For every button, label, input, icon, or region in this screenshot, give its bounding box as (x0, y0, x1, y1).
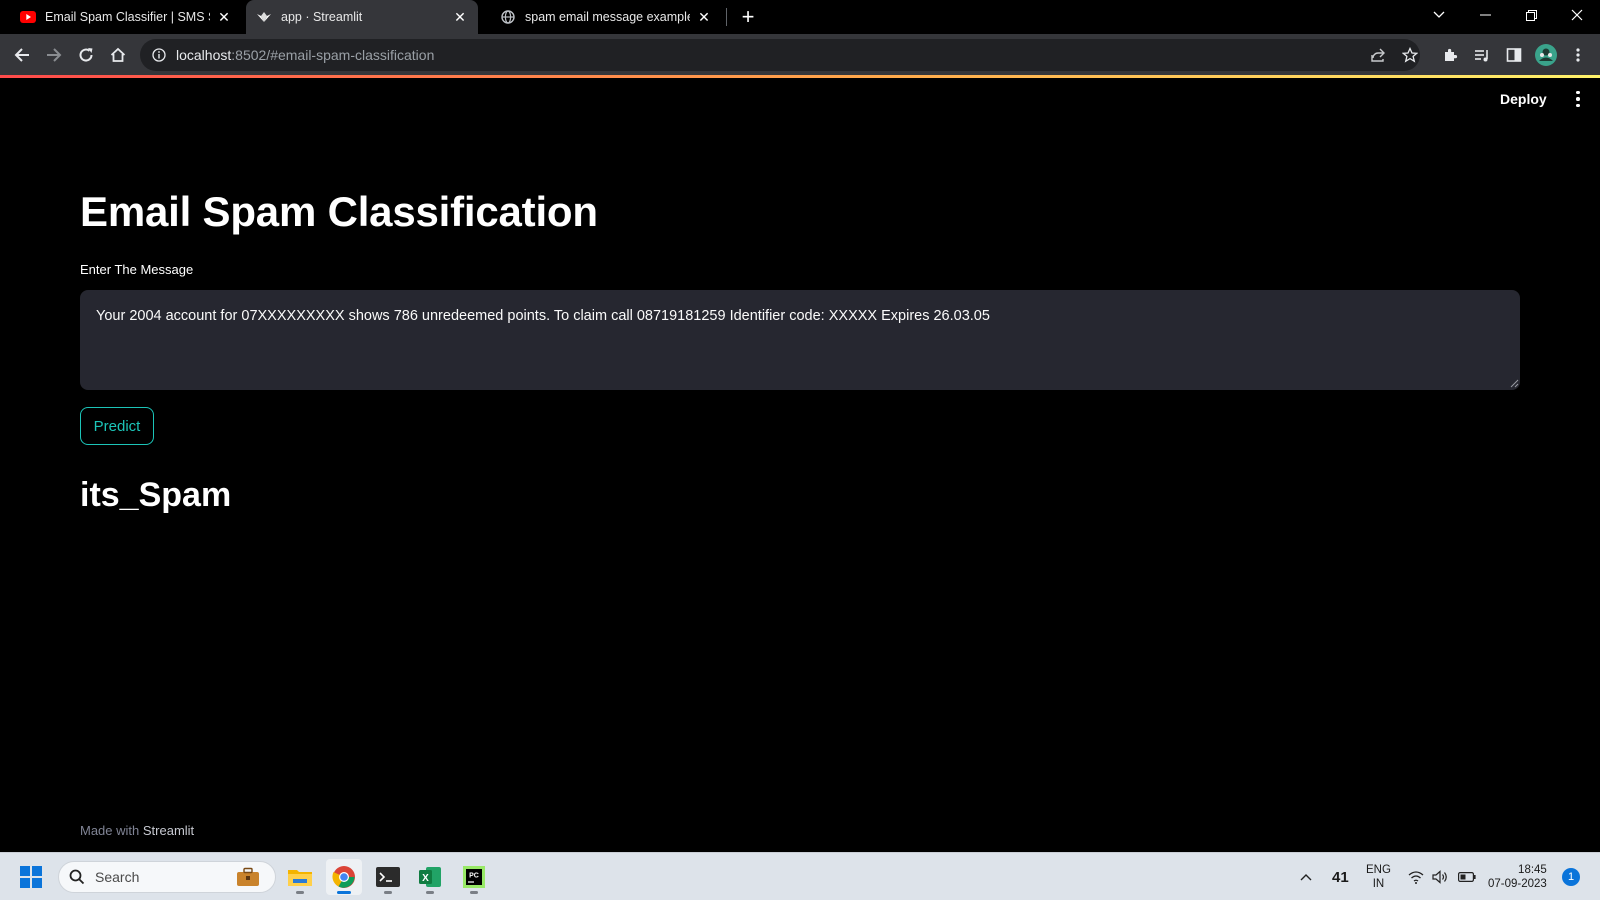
share-icon[interactable] (1364, 41, 1392, 69)
page-title: Email Spam Classification (80, 188, 598, 235)
main-menu-icon[interactable] (1571, 88, 1585, 110)
browser-tab-strip: Email Spam Classifier | SMS Spam ✕ app ·… (0, 0, 1600, 34)
volume-icon[interactable] (1432, 853, 1450, 900)
back-arrow-icon[interactable] (8, 41, 36, 69)
windows-start-icon[interactable] (20, 866, 42, 888)
forward-arrow-icon[interactable] (40, 41, 68, 69)
tab-separator (726, 8, 727, 26)
deploy-button[interactable]: Deploy (1500, 88, 1547, 110)
close-tab-icon[interactable]: ✕ (452, 9, 468, 25)
close-window-button[interactable] (1554, 0, 1600, 30)
windows-taskbar: Search X PC 41 ENG IN 18:45 07-09-2023 1 (0, 852, 1600, 900)
notification-center[interactable]: 1 (1562, 853, 1580, 900)
address-bar[interactable]: localhost:8502/#email-spam-classificatio… (140, 39, 1420, 71)
clock-time: 18:45 (1518, 864, 1547, 876)
footer: Made with Streamlit (80, 823, 194, 838)
browser-toolbar: localhost:8502/#email-spam-classificatio… (0, 34, 1600, 76)
message-textarea[interactable]: Your 2004 account for 07XXXXXXXXX shows … (80, 290, 1520, 390)
language-indicator[interactable]: ENG IN (1366, 853, 1391, 900)
url-path: :8502/#email-spam-classification (231, 47, 435, 63)
tab-title: app · Streamlit (281, 10, 363, 24)
extensions-puzzle-icon[interactable] (1436, 41, 1464, 69)
search-icon (69, 869, 85, 885)
battery-icon[interactable] (1458, 853, 1476, 900)
clock-date: 07-09-2023 (1488, 878, 1547, 890)
notification-badge: 1 (1562, 868, 1580, 886)
pycharm-icon[interactable]: PC (456, 859, 492, 895)
tab-title: Email Spam Classifier | SMS Spam (45, 10, 210, 24)
tab-title: spam email message example - G (525, 10, 690, 24)
message-input-label: Enter The Message (80, 262, 194, 277)
show-hidden-icons-chevron-icon[interactable] (1300, 853, 1312, 900)
prediction-result: its_Spam (80, 476, 232, 514)
tab-search-dropdown-icon[interactable] (1416, 0, 1462, 30)
excel-icon[interactable]: X (412, 859, 448, 895)
tab-streamlit-app[interactable]: app · Streamlit ✕ (246, 0, 478, 34)
streamlit-app: Deploy Email Spam Classification Enter T… (0, 78, 1600, 852)
globe-icon (500, 9, 516, 25)
close-tab-icon[interactable]: ✕ (696, 9, 712, 25)
reading-list-icon[interactable] (1468, 41, 1496, 69)
home-icon[interactable] (104, 41, 132, 69)
resize-grip-icon[interactable] (1510, 379, 1519, 388)
close-tab-icon[interactable]: ✕ (216, 9, 232, 25)
taskbar-search[interactable]: Search (58, 861, 276, 893)
lang-bottom: IN (1372, 878, 1385, 890)
url-host: localhost (176, 47, 232, 63)
reload-icon[interactable] (72, 41, 100, 69)
minimize-button[interactable] (1462, 0, 1508, 30)
streamlit-link[interactable]: Streamlit (143, 823, 194, 838)
terminal-icon[interactable] (370, 859, 406, 895)
wifi-icon[interactable] (1408, 853, 1424, 900)
lang-top: ENG (1366, 864, 1391, 876)
tab-google-search[interactable]: spam email message example - G ✕ (490, 0, 722, 34)
restore-button[interactable] (1508, 0, 1554, 30)
predict-button[interactable]: Predict (80, 407, 154, 445)
svg-text:PC: PC (469, 873, 479, 880)
new-tab-button[interactable]: + (736, 4, 760, 29)
profile-avatar[interactable] (1532, 41, 1560, 69)
youtube-icon (20, 9, 36, 25)
briefcase-icon (237, 867, 259, 886)
svg-text:X: X (422, 873, 429, 884)
bookmark-star-icon[interactable] (1396, 41, 1424, 69)
site-info-icon[interactable] (152, 48, 166, 62)
weather-widget[interactable]: 41 (1332, 853, 1349, 900)
chrome-menu-icon[interactable] (1564, 41, 1592, 69)
chrome-icon[interactable] (326, 859, 362, 895)
footer-prefix: Made with (80, 823, 140, 838)
file-explorer-icon[interactable] (282, 859, 318, 895)
tab-youtube[interactable]: Email Spam Classifier | SMS Spam ✕ (10, 0, 242, 34)
side-panel-icon[interactable] (1500, 41, 1528, 69)
search-placeholder: Search (95, 869, 140, 885)
streamlit-icon (256, 9, 272, 25)
clock[interactable]: 18:45 07-09-2023 (1488, 853, 1547, 900)
